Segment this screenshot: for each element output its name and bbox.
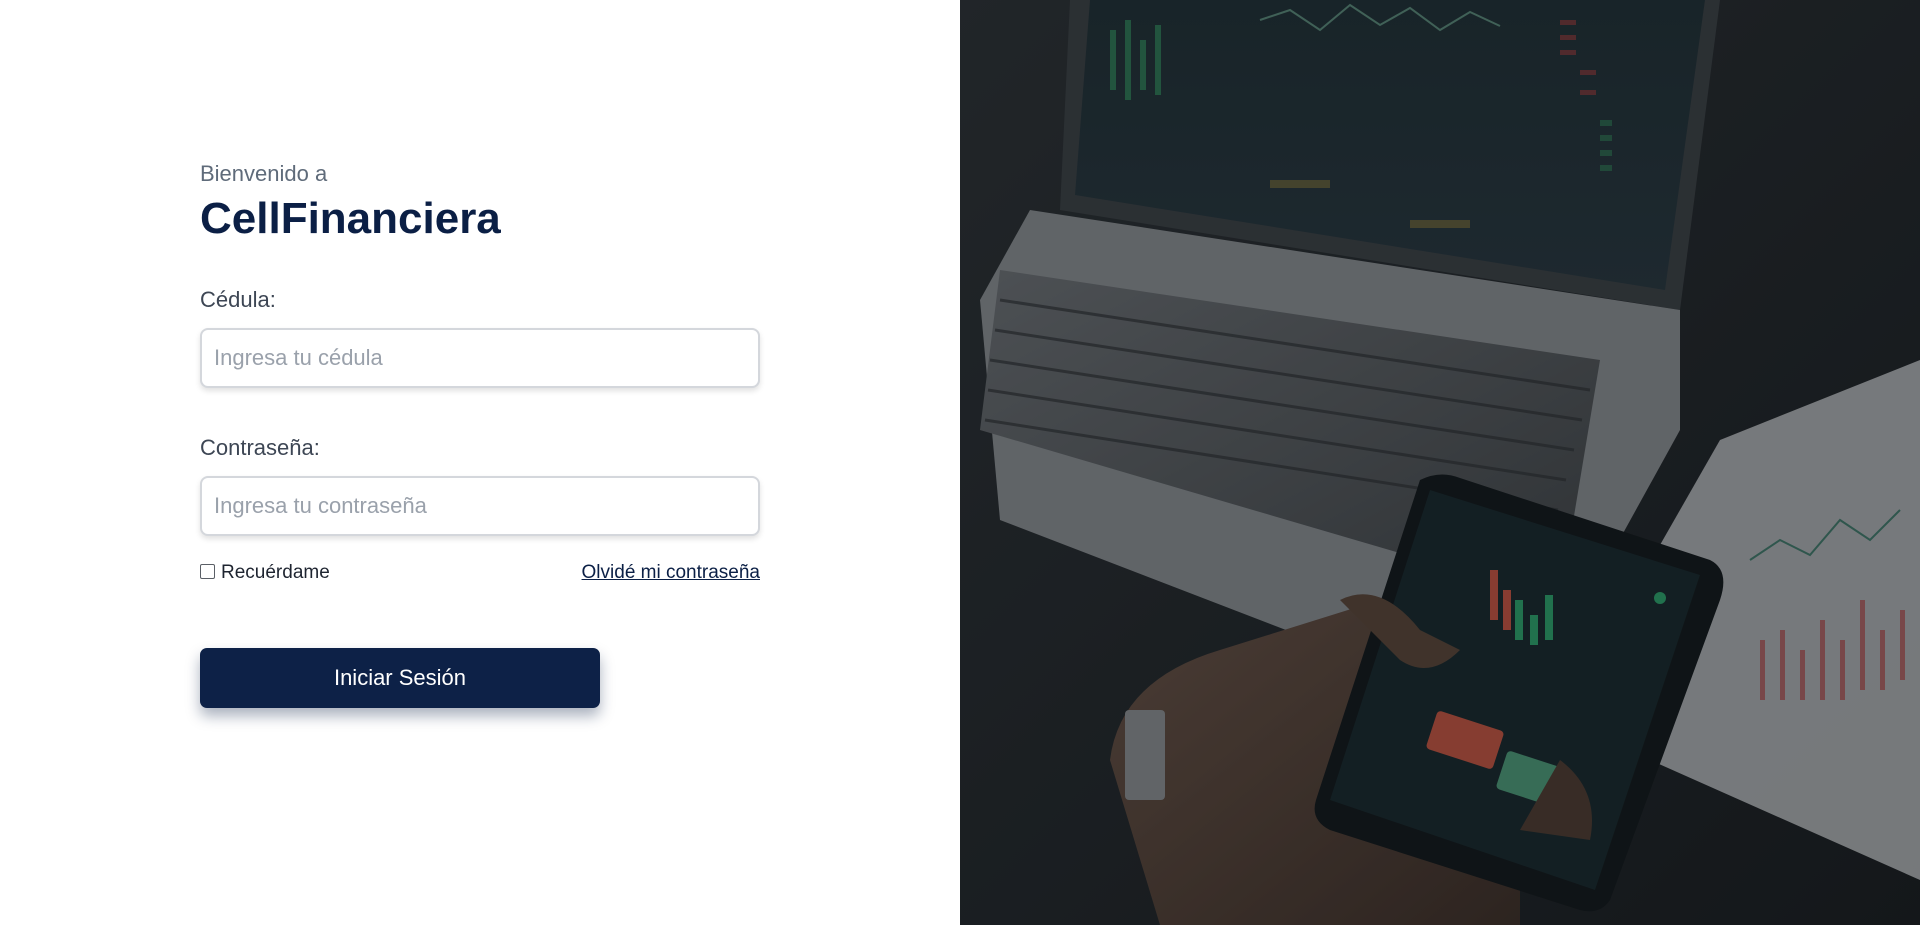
remember-label: Recuérdame (221, 562, 330, 583)
login-form: Bienvenido a CellFinanciera Cédula: Cont… (200, 160, 760, 708)
trading-photo-icon (960, 0, 1920, 925)
id-label: Cédula: (200, 287, 276, 312)
form-options: Recuérdame Olvidé mi contraseña (200, 562, 760, 588)
hero-image (960, 0, 1920, 925)
login-panel: Bienvenido a CellFinanciera Cédula: Cont… (0, 0, 960, 925)
forgot-password-link[interactable]: Olvidé mi contraseña (582, 562, 760, 584)
remember-checkbox[interactable] (200, 563, 215, 579)
remember-me[interactable]: Recuérdame (200, 562, 330, 584)
id-input[interactable] (200, 328, 760, 388)
login-button[interactable]: Iniciar Sesión (200, 648, 600, 708)
password-label: Contraseña: (200, 435, 320, 460)
welcome-text: Bienvenido a (200, 161, 328, 186)
brand-title: CellFinanciera (200, 194, 501, 243)
password-input[interactable] (200, 476, 760, 536)
